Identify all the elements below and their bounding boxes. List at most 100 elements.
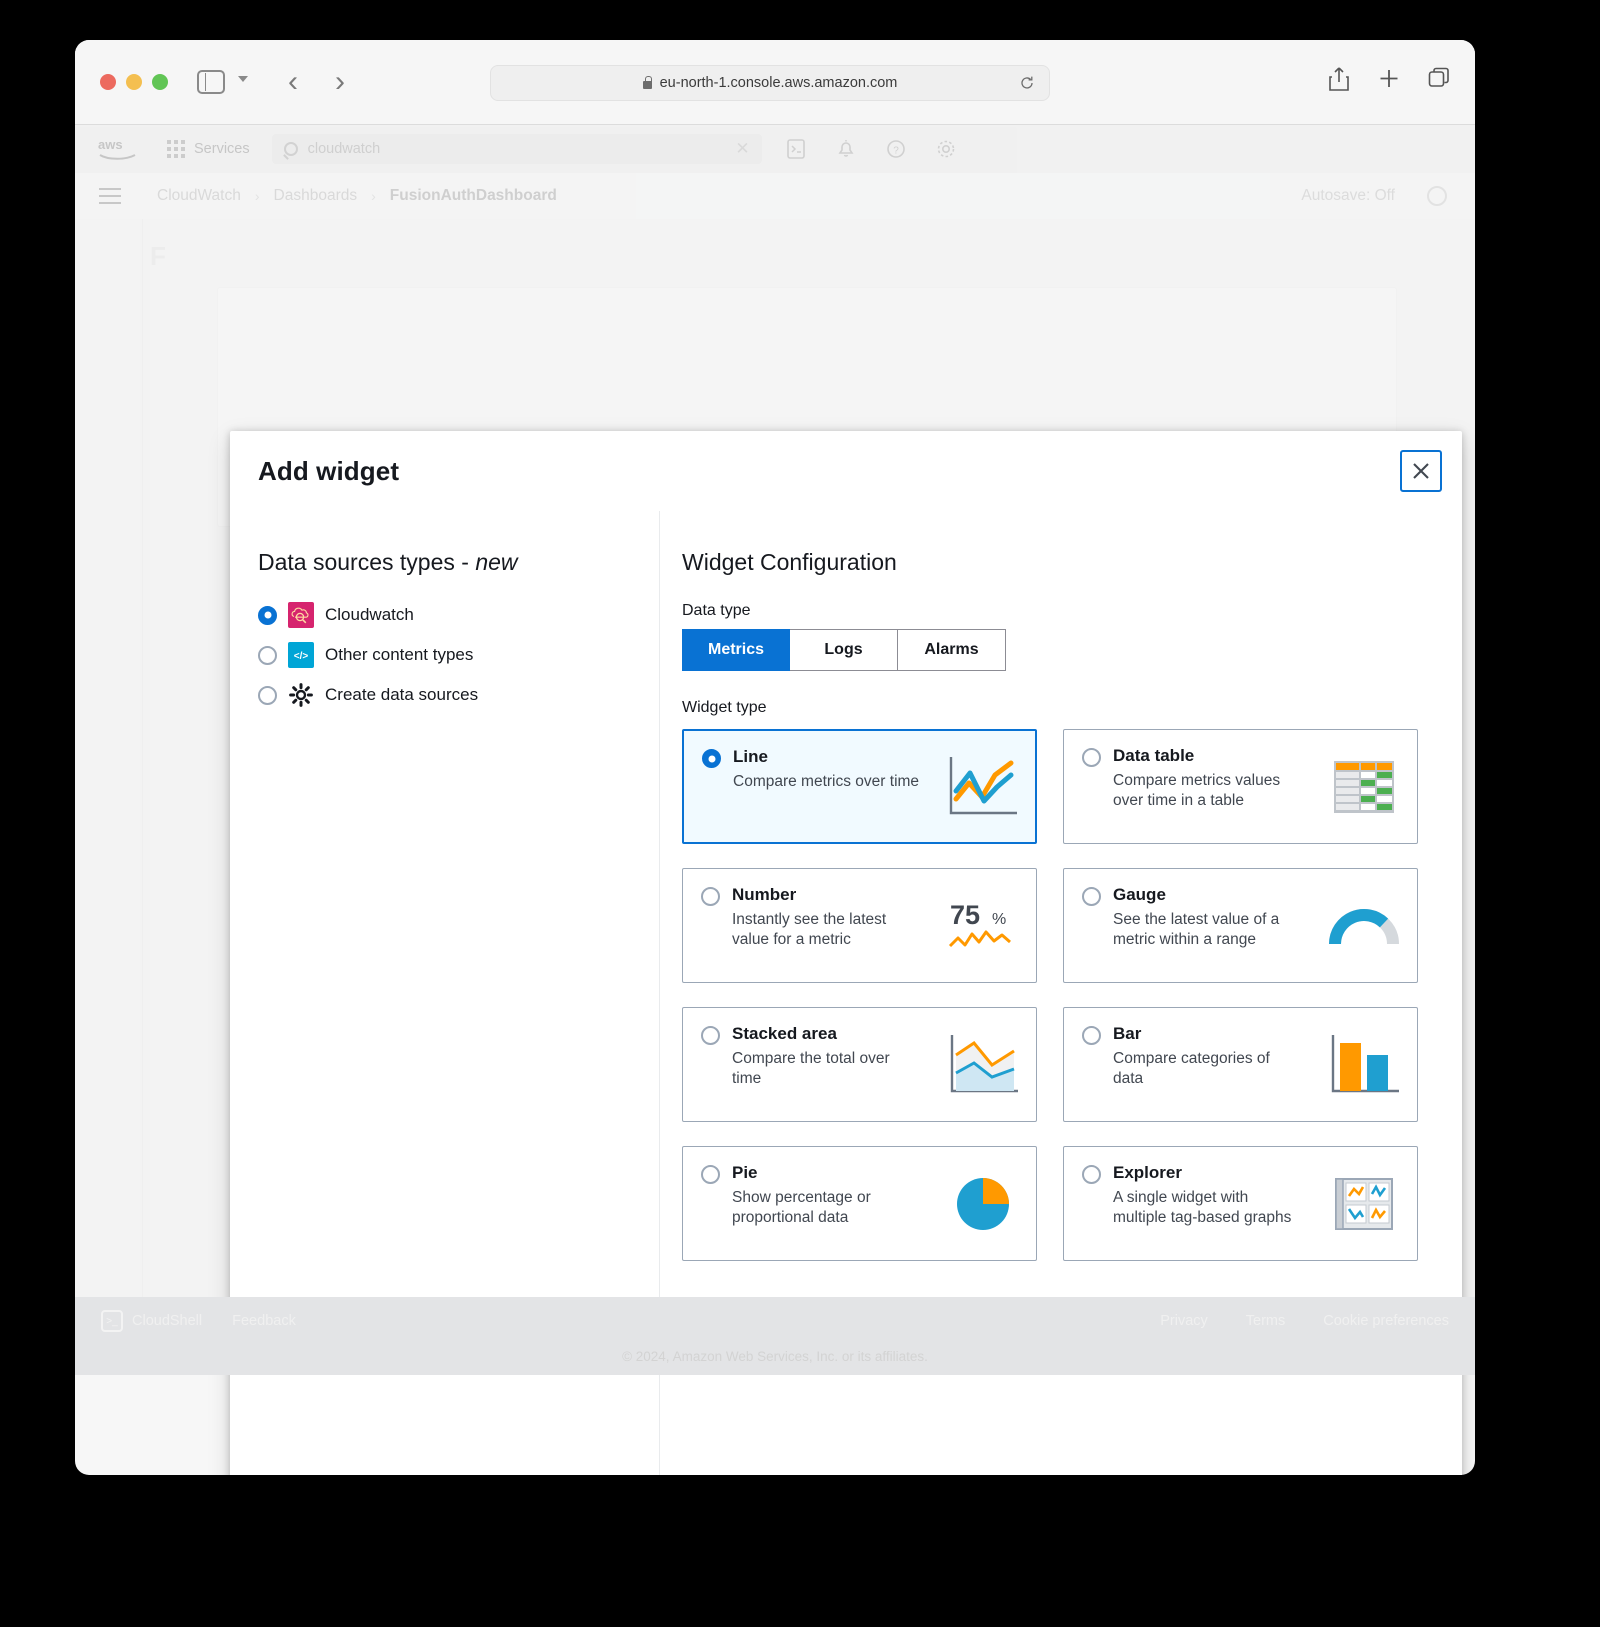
radio-bar[interactable] [1082, 1026, 1101, 1045]
browser-window: ‹ › eu-north-1.console.aws.amazon.com aw… [75, 40, 1475, 1475]
widget-card-number[interactable]: Number Instantly see the latest value fo… [682, 868, 1037, 983]
cookie-preferences-link[interactable]: Cookie preferences [1323, 1313, 1449, 1329]
radio-stacked-area[interactable] [701, 1026, 720, 1045]
data-source-label: Cloudwatch [325, 605, 414, 624]
radio-number[interactable] [701, 887, 720, 906]
minimize-window-button[interactable] [126, 74, 142, 90]
data-source-label: Create data sources [325, 685, 479, 704]
stacked-area-icon [950, 1034, 1018, 1092]
widget-card-desc: A single widget with multiple tag-based … [1113, 1189, 1292, 1227]
forward-button[interactable]: › [325, 67, 355, 97]
close-window-button[interactable] [100, 74, 116, 90]
hamburger-icon[interactable] [99, 188, 121, 204]
settings-icon[interactable] [936, 138, 956, 160]
data-source-option-cloudwatch[interactable]: Cloudwatch [258, 602, 631, 628]
widget-card-title: Data table [1113, 746, 1195, 765]
widget-card-title: Line [733, 747, 768, 766]
radio-line[interactable] [702, 749, 721, 768]
services-label: Services [194, 141, 250, 157]
explorer-icon [1335, 1177, 1393, 1230]
aws-search-value: cloudwatch [307, 141, 381, 157]
widget-card-title: Bar [1113, 1024, 1142, 1043]
data-source-option-other-content-types[interactable]: </> Other content types [258, 642, 631, 668]
close-dialog-button[interactable] [1400, 450, 1442, 492]
cloudshell-icon[interactable] [786, 138, 806, 160]
plus-icon[interactable] [1377, 66, 1401, 92]
breadcrumb: CloudWatch › Dashboards › FusionAuthDash… [157, 187, 557, 205]
widget-card-pie[interactable]: Pie Show percentage or proportional data [682, 1146, 1037, 1261]
aws-logo[interactable]: aws [97, 136, 139, 162]
widget-card-desc: Compare metrics values over time in a ta… [1113, 772, 1281, 810]
search-icon [283, 142, 298, 156]
tab-overview-icon[interactable] [1427, 66, 1451, 92]
lock-icon [642, 75, 652, 89]
sidebar-toggle-icon[interactable] [197, 70, 225, 94]
data-source-label: Other content types [325, 645, 474, 664]
radio-other-content-types[interactable] [258, 645, 277, 665]
address-bar[interactable]: eu-north-1.console.aws.amazon.com [490, 65, 1050, 101]
console-footer: >_ CloudShell Feedback Privacy Terms Coo… [75, 1297, 1475, 1375]
gauge-icon [1329, 908, 1399, 944]
close-icon[interactable]: ✕ [735, 139, 749, 159]
data-sources-heading-main: Data sources types - [258, 549, 476, 575]
services-menu[interactable]: Services [167, 140, 250, 158]
bar-chart-icon [1331, 1034, 1399, 1092]
copyright-text: © 2024, Amazon Web Services, Inc. or its… [622, 1349, 928, 1364]
chevron-down-icon[interactable] [238, 76, 248, 82]
widget-card-explorer[interactable]: Explorer A single widget with multiple t… [1063, 1146, 1418, 1261]
info-circle-icon[interactable] [1427, 186, 1447, 206]
data-sources-heading: Data sources types - new [258, 549, 631, 576]
reload-icon[interactable] [1019, 75, 1035, 91]
pie-chart-icon [957, 1177, 1009, 1230]
widget-card-stacked-area[interactable]: Stacked area Compare the total over time [682, 1007, 1037, 1122]
breadcrumb-item-cloudwatch[interactable]: CloudWatch [157, 187, 241, 205]
url-text: eu-north-1.console.aws.amazon.com [659, 75, 898, 91]
number-icon: 75 % [948, 900, 1011, 947]
maximize-window-button[interactable] [152, 74, 168, 90]
radio-explorer[interactable] [1082, 1165, 1101, 1184]
aws-nav-icons: ? [786, 138, 956, 160]
radio-gauge[interactable] [1082, 887, 1101, 906]
terms-link[interactable]: Terms [1246, 1313, 1285, 1329]
dialog-header: Add widget [230, 431, 1462, 511]
back-button[interactable]: ‹ [278, 67, 308, 97]
widget-card-data-table[interactable]: Data table Compare metrics values over t… [1063, 729, 1418, 844]
widget-card-title: Pie [732, 1163, 758, 1182]
radio-cloudwatch[interactable] [258, 605, 277, 625]
widget-type-cards: Line Compare metrics over time Data tabl… [682, 729, 1428, 1261]
number-icon-value: 75 [950, 900, 980, 930]
tab-logs[interactable]: Logs [790, 629, 898, 671]
radio-create-data-sources[interactable] [258, 685, 277, 705]
cloudshell-button[interactable]: >_ CloudShell [101, 1310, 202, 1332]
feedback-link[interactable]: Feedback [232, 1313, 296, 1329]
cloudshell-icon: >_ [101, 1310, 123, 1332]
tab-metrics[interactable]: Metrics [682, 629, 790, 671]
breadcrumb-item-dashboards[interactable]: Dashboards [274, 187, 358, 205]
close-icon [1413, 463, 1429, 479]
browser-titlebar: ‹ › eu-north-1.console.aws.amazon.com [75, 40, 1475, 125]
tab-alarms[interactable]: Alarms [898, 629, 1006, 671]
widget-card-gauge[interactable]: Gauge See the latest value of a metric w… [1063, 868, 1418, 983]
svg-text:aws: aws [98, 137, 123, 152]
radio-pie[interactable] [701, 1165, 720, 1184]
aws-search-input[interactable]: cloudwatch ✕ [271, 134, 762, 164]
share-icon[interactable] [1327, 66, 1351, 92]
radio-data-table[interactable] [1082, 748, 1101, 767]
widget-card-title: Gauge [1113, 885, 1166, 904]
widget-card-line[interactable]: Line Compare metrics over time [682, 729, 1037, 844]
window-controls [100, 74, 168, 90]
widget-card-bar[interactable]: Bar Compare categories of data [1063, 1007, 1418, 1122]
data-source-option-create-data-sources[interactable]: Create data sources [258, 682, 631, 708]
help-icon[interactable]: ? [886, 138, 906, 160]
bell-icon[interactable] [836, 138, 856, 160]
data-type-label: Data type [682, 602, 751, 619]
cloudwatch-icon [288, 602, 314, 628]
breadcrumb-separator: › [254, 188, 260, 204]
aws-top-nav: aws Services cloudwatch ✕ ? [75, 125, 1475, 173]
widget-card-desc: Compare the total over time [732, 1050, 890, 1088]
widget-card-desc: Show percentage or proportional data [732, 1189, 871, 1227]
page-body: F Add widget Data sources types - new [75, 219, 1475, 1475]
widget-card-desc: See the latest value of a metric within … [1113, 911, 1280, 949]
privacy-link[interactable]: Privacy [1160, 1313, 1208, 1329]
widget-card-title: Explorer [1113, 1163, 1182, 1182]
